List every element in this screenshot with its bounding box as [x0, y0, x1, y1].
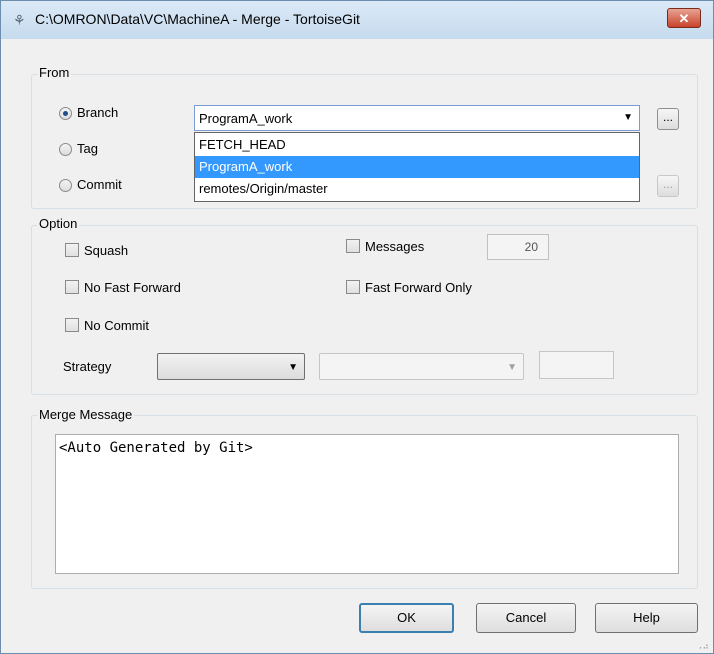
tag-radio[interactable] — [59, 143, 72, 156]
strategy-select[interactable]: ▼ — [157, 353, 305, 380]
dropdown-option-remotes-origin-master[interactable]: remotes/Origin/master — [195, 178, 639, 200]
no-fast-forward-checkbox[interactable] — [65, 280, 79, 294]
close-button[interactable]: ✕ — [667, 8, 701, 28]
branch-combobox[interactable]: ProgramA_work ▼ — [194, 105, 640, 131]
fast-forward-only-checkbox[interactable] — [346, 280, 360, 294]
no-commit-checkbox[interactable] — [65, 318, 79, 332]
strategy-param-field[interactable] — [539, 351, 614, 379]
branch-dropdown-list: FETCH_HEAD ProgramA_work remotes/Origin/… — [194, 132, 640, 202]
messages-label[interactable]: Messages — [365, 239, 424, 254]
commit-radio-label[interactable]: Commit — [77, 177, 122, 192]
help-button[interactable]: Help — [595, 603, 698, 633]
chevron-down-icon: ▼ — [288, 362, 298, 373]
option-group-label: Option — [37, 216, 80, 231]
dropdown-option-fetch-head[interactable]: FETCH_HEAD — [195, 134, 639, 156]
merge-dialog: ⚘ C:\OMRON\Data\VC\MachineA - Merge - To… — [0, 0, 714, 654]
merge-message-group-label: Merge Message — [37, 407, 135, 422]
dropdown-option-programa-work[interactable]: ProgramA_work — [195, 156, 639, 178]
tag-radio-label[interactable]: Tag — [77, 141, 98, 156]
no-commit-label[interactable]: No Commit — [84, 318, 149, 333]
ok-button[interactable]: OK — [359, 603, 454, 633]
commit-browse-button[interactable]: ... — [657, 175, 679, 197]
branch-browse-button[interactable]: ... — [657, 108, 679, 130]
messages-checkbox[interactable] — [346, 239, 360, 253]
cancel-button[interactable]: Cancel — [476, 603, 576, 633]
merge-message-textarea[interactable]: <Auto Generated by Git> — [55, 434, 679, 574]
chevron-down-icon: ▼ — [623, 112, 633, 123]
fast-forward-only-label[interactable]: Fast Forward Only — [365, 280, 472, 295]
strategy-option-select[interactable]: ▼ — [319, 353, 524, 380]
squash-label[interactable]: Squash — [84, 243, 128, 258]
messages-count-field[interactable]: 20 — [487, 234, 549, 260]
title-bar: ⚘ C:\OMRON\Data\VC\MachineA - Merge - To… — [1, 1, 713, 39]
branch-radio[interactable] — [59, 107, 72, 120]
strategy-label: Strategy — [63, 359, 112, 374]
from-group-label: From — [37, 65, 72, 80]
squash-checkbox[interactable] — [65, 243, 79, 257]
window-title: C:\OMRON\Data\VC\MachineA - Merge - Tort… — [35, 11, 360, 27]
resize-grip-icon[interactable]: ⠠⠴ — [696, 642, 709, 651]
branch-radio-label[interactable]: Branch — [77, 105, 118, 120]
chevron-down-icon: ▼ — [507, 362, 517, 373]
tortoisegit-icon: ⚘ — [13, 12, 26, 28]
branch-combobox-value: ProgramA_work — [199, 111, 293, 126]
no-fast-forward-label[interactable]: No Fast Forward — [84, 280, 181, 295]
commit-radio[interactable] — [59, 179, 72, 192]
